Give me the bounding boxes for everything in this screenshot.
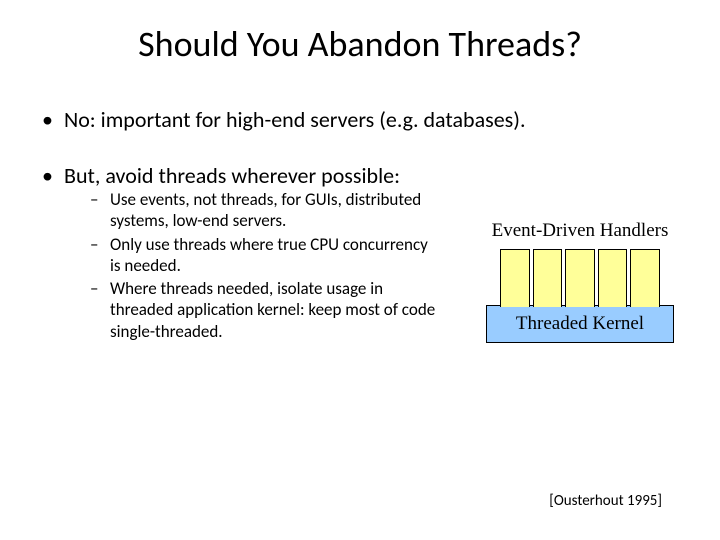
handler-bar: [533, 249, 563, 307]
slide-title: Should You Abandon Threads?: [0, 0, 720, 66]
bullet-item: But, avoid threads wherever possible: Us…: [38, 162, 682, 344]
handler-bar: [630, 249, 660, 307]
bullet-list: No: important for high-end servers (e.g.…: [38, 106, 682, 344]
handler-bar: [598, 249, 628, 307]
sub-bullet-list: Use events, not threads, for GUIs, distr…: [88, 189, 438, 344]
columns-wrap: Use events, not threads, for GUIs, distr…: [64, 189, 682, 344]
slide-content: No: important for high-end servers (e.g.…: [0, 66, 720, 344]
handler-bar: [565, 249, 595, 307]
bullet-text: But, avoid threads wherever possible:: [64, 162, 400, 189]
diagram-top-label: Event-Driven Handlers: [478, 219, 682, 243]
sub-bullet-item: Only use threads where true CPU concurre…: [88, 234, 438, 277]
handler-bars: [478, 249, 682, 307]
handler-bar: [500, 249, 530, 307]
sub-bullet-item: Where threads needed, isolate usage in t…: [88, 278, 438, 342]
kernel-box: Threaded Kernel: [486, 305, 674, 343]
bullet-item: No: important for high-end servers (e.g.…: [38, 106, 682, 134]
sub-bullet-item: Use events, not threads, for GUIs, distr…: [88, 189, 438, 232]
architecture-diagram: Event-Driven Handlers Threaded Kernel: [438, 189, 682, 343]
citation: [Ousterhout 1995]: [549, 492, 662, 510]
